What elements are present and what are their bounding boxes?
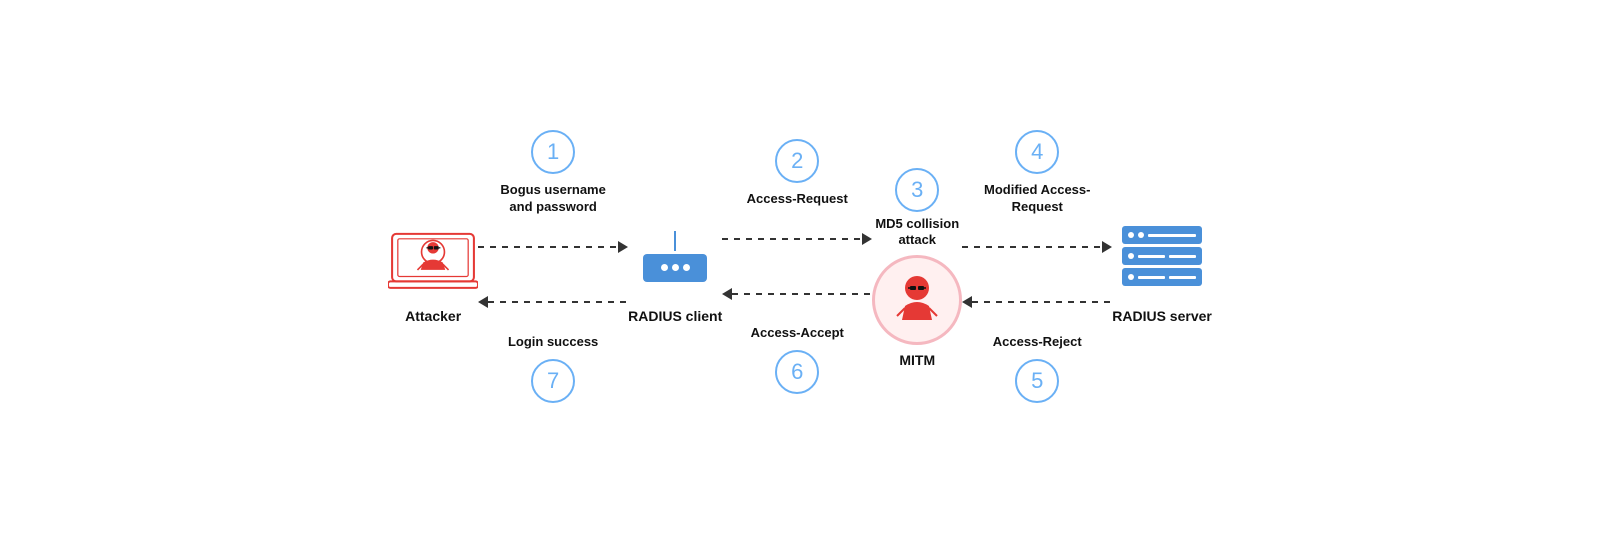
connector-4-5: 4 Modified Access-Request Access-Reject …	[962, 130, 1112, 407]
step-1-bubble: 1	[531, 130, 575, 174]
attacker-label: Attacker	[405, 307, 461, 325]
attacker-icon	[388, 211, 478, 301]
mitm-label: MITM	[899, 351, 935, 369]
step-4-label: Modified Access-Request	[984, 182, 1090, 216]
connector-2-6: 2 Access-Request Access-Accept 6	[722, 139, 872, 399]
step-4-bubble: 4	[1015, 130, 1059, 174]
step-7-bubble: 7	[531, 359, 575, 403]
step-5-label: Access-Reject	[993, 334, 1082, 351]
step-5-bubble: 5	[1015, 359, 1059, 403]
radius-client-node: RADIUS client	[628, 211, 722, 325]
step-3-label: MD5 collisionattack	[875, 216, 959, 250]
radius-server-icon	[1117, 211, 1207, 301]
attacker-node: Attacker	[388, 211, 478, 325]
step-6-label: Access-Accept	[751, 325, 844, 342]
attack-diagram: Attacker 1 Bogus usernameand password Lo…	[50, 130, 1550, 407]
step-3-bubble: 3	[895, 168, 939, 212]
step-7-label: Login success	[508, 334, 598, 351]
step-2-bubble: 2	[775, 139, 819, 183]
radius-client-icon	[630, 211, 720, 301]
mitm-icon	[872, 255, 962, 345]
step-2-label: Access-Request	[747, 191, 848, 208]
step-6-bubble: 6	[775, 350, 819, 394]
radius-server-node: RADIUS server	[1112, 211, 1212, 325]
step-1-label: Bogus usernameand password	[500, 182, 605, 216]
connector-1-7: 1 Bogus usernameand password Login succe…	[478, 130, 628, 407]
radius-server-label: RADIUS server	[1112, 307, 1212, 325]
mitm-node: 3 MD5 collisionattack MITM	[872, 168, 962, 370]
radius-client-label: RADIUS client	[628, 307, 722, 325]
